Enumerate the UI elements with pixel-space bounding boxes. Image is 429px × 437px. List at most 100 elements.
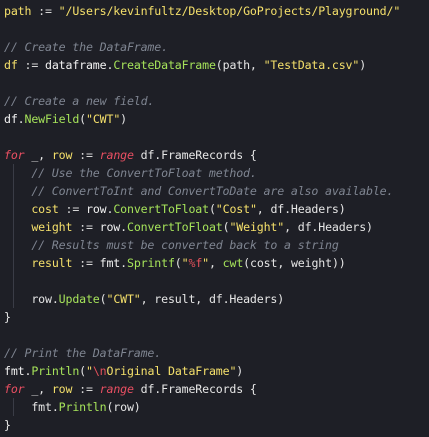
code-token: row [51,148,73,162]
code-line[interactable]: // Results must be converted back to a s… [4,236,429,254]
code-token: "CWT" [106,292,141,306]
code-token: row [85,202,107,216]
code-token: Original DataFrame" [106,364,237,378]
code-token: "/Users/kevinfultz/Desktop/GoProjects/Pl… [58,4,401,18]
code-token: weight [31,220,73,234]
code-token: ) [236,364,244,378]
code-token: := [58,202,86,216]
code-token: cost [31,202,59,216]
code-token: := [72,148,100,162]
code-token: "Cost" [215,202,257,216]
indent-guide [13,398,14,416]
code-token: := [72,256,100,270]
code-line[interactable] [4,74,429,92]
code-token: ( [79,364,86,378]
code-token: df.FrameRecords { [133,148,257,162]
code-token: dataframe [45,58,107,72]
code-line[interactable]: for _, row := range df.FrameRecords { [4,380,429,398]
code-token: ( [208,202,216,216]
code-line[interactable] [4,326,429,344]
code-token: fmt [99,256,121,270]
code-line[interactable]: // Create the DataFrame. [4,38,429,56]
code-token: := [72,382,100,396]
code-token: CreateDataFrame [113,58,216,72]
code-token: result [31,256,73,270]
code-token: ConvertToFloat [113,202,209,216]
code-token: for [4,382,25,396]
code-token: df [4,58,18,72]
code-token: , df.Headers) [284,220,373,234]
code-line[interactable]: // Use the ConvertToFloat method. [4,164,429,182]
code-token: ConvertToFloat [126,220,223,234]
code-token: (row) [106,400,141,414]
code-token: range [99,148,134,162]
code-line[interactable]: df.NewField("CWT") [4,110,429,128]
code-line[interactable]: result := fmt.Sprintf("%f", cwt(cost, we… [4,254,429,272]
indent-guide [13,218,14,236]
code-token: // ConvertToInt and ConvertToDate are al… [4,184,394,198]
code-line[interactable]: row.Update("CWT", result, df.Headers) [4,290,429,308]
indent-guide [13,182,14,200]
code-line[interactable] [4,20,429,38]
code-line[interactable]: path := "/Users/kevinfultz/Desktop/GoPro… [4,2,429,20]
indent-guide [13,236,14,254]
code-token: // Use the ConvertToFloat method. [4,166,257,180]
code-token: // Create the DataFrame. [4,40,168,54]
code-line[interactable] [4,272,429,290]
code-token: . [17,112,25,126]
code-line[interactable] [4,128,429,146]
code-token: . [120,220,127,234]
code-editor[interactable]: path := "/Users/kevinfultz/Desktop/GoPro… [0,0,429,437]
code-token: // Results must be converted back to a s… [4,238,339,252]
code-line[interactable]: // Print the DataFrame. [4,344,429,362]
indent-guide [13,164,14,182]
code-token: Update [58,292,100,306]
code-token: . [120,256,127,270]
code-line[interactable]: } [4,416,429,434]
code-token: Println [31,364,80,378]
code-token: fmt [4,364,25,378]
code-token: , [209,256,223,270]
code-line[interactable]: // Create a new field. [4,92,429,110]
code-token: } [4,310,11,324]
code-token: (path, [215,58,264,72]
code-token: \n [92,364,107,378]
code-line[interactable]: weight := row.ConvertToFloat("Weight", d… [4,218,429,236]
code-token: "CWT" [86,112,121,126]
code-line[interactable]: df := dataframe.CreateDataFrame(path, "T… [4,56,429,74]
code-token: := [31,4,59,18]
code-token: for [4,148,25,162]
code-line[interactable]: for _, row := range df.FrameRecords { [4,146,429,164]
code-token: cwt [222,256,244,270]
code-token: := [72,220,100,234]
code-token: df.FrameRecords { [133,382,257,396]
code-token: ) [120,112,127,126]
code-token: . [51,400,59,414]
code-line[interactable]: fmt.Println(row) [4,398,429,416]
code-token: row [4,292,52,306]
code-token: _, [24,382,52,396]
code-area[interactable]: path := "/Users/kevinfultz/Desktop/GoPro… [4,2,429,434]
code-token: Println [58,400,107,414]
code-token: (cost, weight)) [243,256,346,270]
code-line[interactable]: // ConvertToInt and ConvertToDate are al… [4,182,429,200]
code-token: " [202,256,209,270]
code-line[interactable]: } [4,308,429,326]
indent-guide [13,200,14,218]
code-token: row [51,382,73,396]
code-line[interactable]: fmt.Println("\nOriginal DataFrame") [4,362,429,380]
code-token: // Create a new field. [4,94,155,108]
code-token: := [17,58,45,72]
code-token: "TestData.csv" [263,58,360,72]
indent-guide [13,290,14,308]
code-token: row [99,220,121,234]
code-token: // Print the DataFrame. [4,346,162,360]
code-line[interactable]: cost := row.ConvertToFloat("Cost", df.He… [4,200,429,218]
code-token: , result, df.Headers) [140,292,285,306]
code-token: "Weight" [229,220,285,234]
code-token: . [51,292,59,306]
code-token: df [4,112,18,126]
